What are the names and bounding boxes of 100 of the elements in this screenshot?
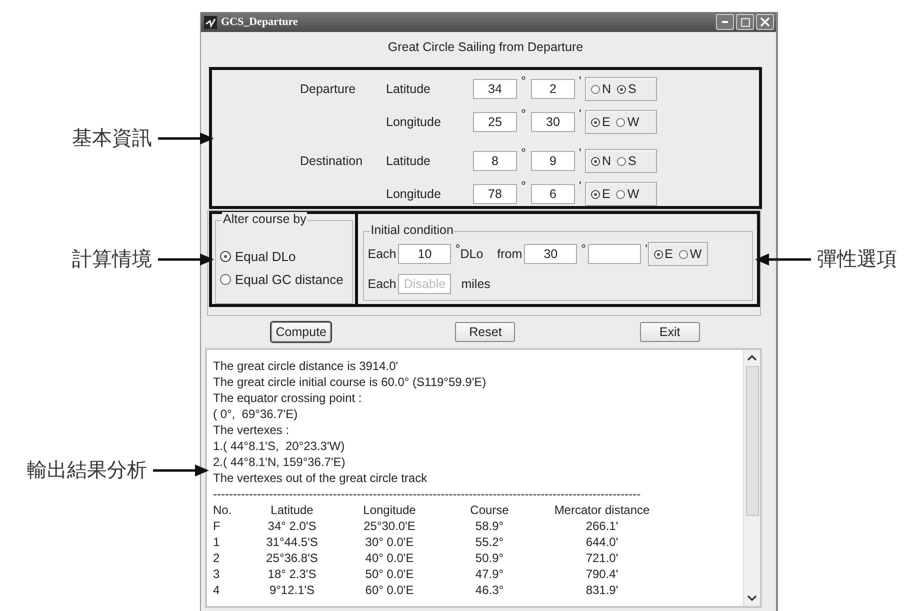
radio-button[interactable] [591,190,600,198]
table-cell-text: 644.0' [584,534,620,550]
table-cell-text: 831.9' [584,582,620,598]
radio-button[interactable] [591,84,600,94]
degree-sign: ° [580,242,586,256]
radio-label: Equal GC distance [235,272,344,287]
radio-label: S [628,154,636,168]
table-cell-text: 25°30.0'E [362,518,416,534]
minutes-field[interactable] [588,244,642,264]
form-heading: Great Circle Sailing from Departure [386,39,584,56]
table-cell-text: 4 [213,582,221,598]
radio-button[interactable] [617,156,626,166]
radio-button[interactable] [591,156,600,166]
table-cell-text: 18° 2.3'S [266,566,318,582]
each-label: Each [368,277,396,291]
radio-button[interactable] [616,118,626,126]
app-icon [204,16,217,28]
output-line: The vertexes out of the great circle track [213,470,428,486]
radio-label: E [602,115,610,129]
radio-label: N [602,154,612,168]
column-header: No. [213,502,233,518]
table-cell-text: 3 [213,566,221,582]
group-title: Alter course by [222,212,308,226]
location-label: Departure [300,82,357,96]
column-header: Mercator distance [553,502,651,518]
degrees-field[interactable]: 30 [524,244,578,264]
maximize-button[interactable] [736,14,754,30]
minutes-field[interactable]: 30 [531,112,575,132]
table-cell-text: F [213,518,222,534]
coordinate-label: Latitude [386,82,432,96]
dlo-field[interactable]: 10 [398,244,452,264]
output-line: The great circle distance is 3914.0' [213,358,400,374]
minute-sign: ' [578,179,582,193]
table-cell-text: 55.2° [474,534,505,550]
coordinate-label: Longitude [386,187,442,201]
degree-sign: ° [520,107,527,121]
table-cell-text: 50.9° [474,550,505,566]
output-line: The equator crossing point : [213,390,363,406]
scroll-up-icon[interactable] [747,355,757,361]
action-button[interactable]: Reset [455,322,516,342]
radio-button[interactable] [220,274,231,285]
degree-sign: ° [520,74,527,88]
annotation-label: 輸出結果分析 [27,456,147,484]
table-cell-text: 266.1' [584,518,620,534]
table-cell-text: 31°44.5'S [265,534,319,550]
column-header: Longitude [362,502,417,518]
minute-sign: ' [578,107,582,121]
scrollbar[interactable] [743,350,760,606]
degrees-field[interactable]: 25 [473,112,517,132]
radio-button[interactable] [616,190,626,198]
radio-label: W [690,247,702,261]
radio-label: E [664,247,673,261]
action-button[interactable]: Compute [271,322,332,342]
unit-label: DLo [460,247,484,261]
table-cell-text: 60° 0.0'E [364,582,415,598]
table-cell-text: 34° 2.0'S [266,518,318,534]
degrees-field[interactable]: 78 [473,184,517,204]
scroll-down-icon[interactable] [747,595,757,601]
table-cell-text: 40° 0.0'E [364,550,415,566]
table-cell-text: 30° 0.0'E [364,534,415,550]
radio-button[interactable] [591,118,600,126]
output-line: ( 0°, 69°36.7'E) [213,406,299,422]
close-button[interactable] [756,14,774,30]
degrees-field[interactable]: 34 [473,79,517,99]
column-header: Latitude [270,502,314,518]
radio-label: W [627,115,640,129]
minutes-field[interactable]: 9 [531,151,575,171]
from-label: from [497,247,522,261]
degree-sign: ° [520,146,527,160]
minutes-field[interactable]: 6 [531,184,575,204]
radio-button[interactable] [617,84,626,94]
pointer-arrow [153,464,209,476]
radio-label: E [602,187,610,201]
radio-button[interactable] [654,250,663,258]
group-title: Initial condition [370,223,454,237]
minute-sign: ' [578,146,582,160]
table-cell-text: 50° 0.0'E [364,566,415,582]
output-line: The great circle initial course is 60.0° (S119°59.9'E) [213,374,488,390]
table-cell-text: 47.9° [474,566,505,582]
annotation-label: 基本資訊 [72,124,152,152]
radio-button[interactable] [220,251,231,262]
minutes-field[interactable]: 2 [531,79,575,99]
degree-sign: ° [454,242,460,256]
table-cell-text: 2 [213,550,221,566]
table-cell-text: 46.3° [474,582,505,598]
degrees-field[interactable]: 8 [473,151,517,171]
degree-sign: ° [520,179,527,193]
each-label: Each [368,247,396,261]
output-line: 2.( 44°8.1'N, 159°36.7'E) [213,454,346,470]
output-line: 1.( 44°8.1'S, 20°23.3'W) [213,438,346,454]
radio-button[interactable] [678,250,688,258]
close-icon [760,17,770,27]
minimize-button[interactable] [716,14,734,30]
location-label: Destination [300,154,364,168]
coordinate-label: Latitude [386,154,432,168]
action-button[interactable]: Exit [640,322,700,342]
divider-line: ----------------------------------------------------------------------------------------------------------- [213,486,642,502]
minimize-icon [722,21,728,23]
minute-sign: ' [644,242,648,256]
coordinate-label: Longitude [386,115,442,129]
